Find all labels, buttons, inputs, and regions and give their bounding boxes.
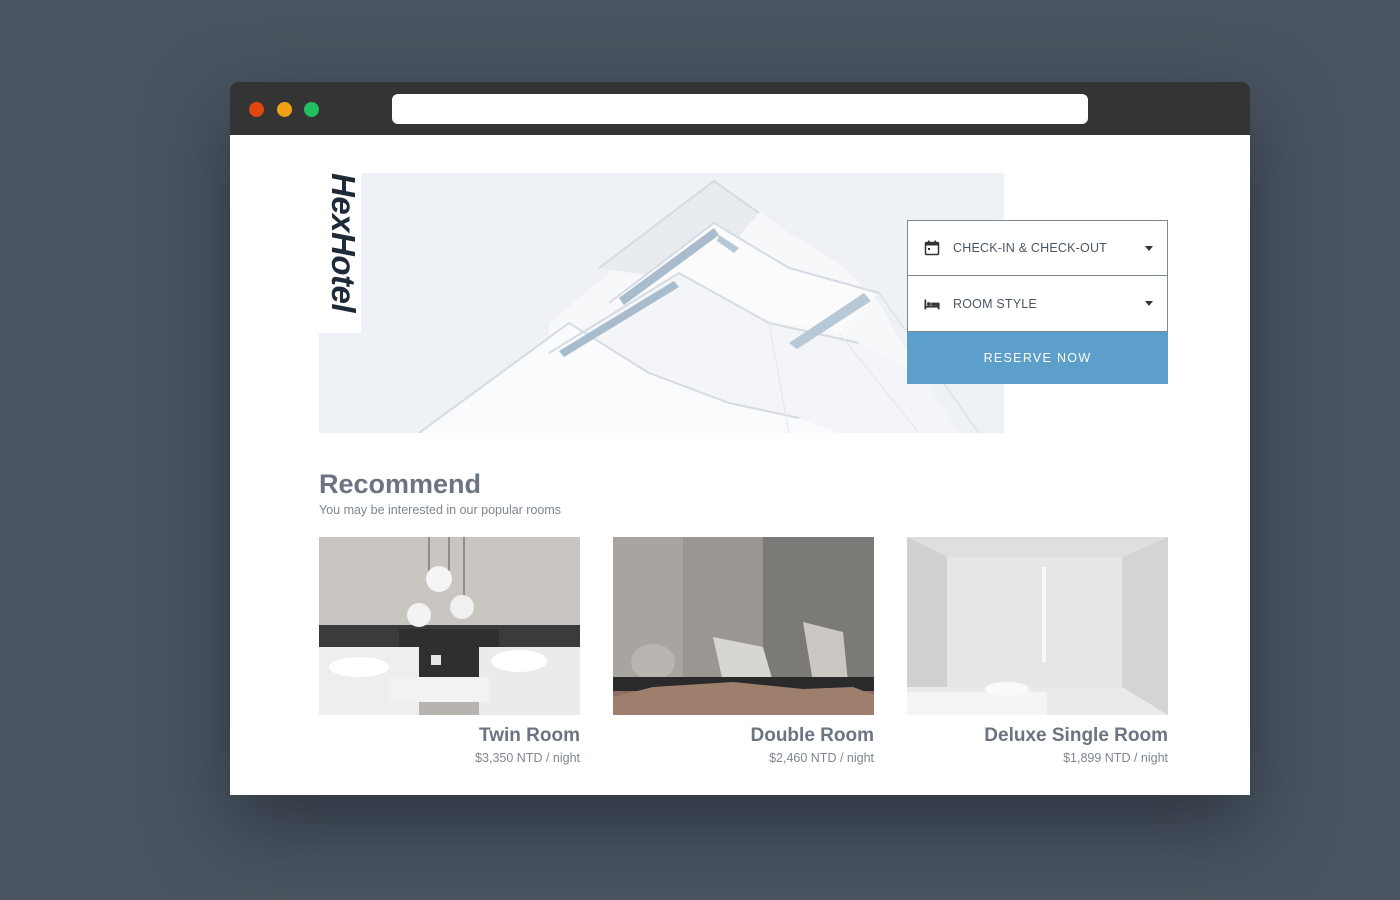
room-price: $2,460 NTD / night xyxy=(769,751,874,765)
section-title: Recommend xyxy=(319,469,482,499)
maximize-window-button[interactable] xyxy=(304,102,319,117)
double-room-photo[interactable] xyxy=(613,537,874,715)
room-style-label: ROOM STYLE xyxy=(953,296,1037,311)
chevron-down-icon xyxy=(1145,301,1153,306)
room-price: $3,350 NTD / night xyxy=(475,751,580,765)
address-bar[interactable] xyxy=(392,94,1088,124)
hero-building-image xyxy=(319,173,1004,433)
browser-titlebar xyxy=(230,82,1250,135)
room-price: $1,899 NTD / night xyxy=(1063,751,1168,765)
date-range-select[interactable]: CHECK-IN & CHECK-OUT xyxy=(907,220,1168,276)
page-content: HexHotel CHECK-IN & CHECK-OUT ROOM STYLE… xyxy=(230,135,1250,795)
logo-container: HexHotel xyxy=(319,173,363,333)
room-style-select[interactable]: ROOM STYLE xyxy=(907,276,1168,332)
room-card[interactable]: Deluxe Single Room $1,899 NTD / night xyxy=(907,537,1168,765)
browser-window: HexHotel CHECK-IN & CHECK-OUT ROOM STYLE… xyxy=(230,82,1250,795)
chevron-down-icon xyxy=(1145,246,1153,251)
room-card[interactable]: Double Room $2,460 NTD / night xyxy=(613,537,874,765)
date-range-label: CHECK-IN & CHECK-OUT xyxy=(953,241,1108,255)
close-window-button[interactable] xyxy=(249,102,264,117)
brand-logo[interactable]: HexHotel xyxy=(323,173,363,333)
section-subtitle: You may be interested in our popular roo… xyxy=(319,503,562,517)
reserve-now-button[interactable]: RESERVE NOW xyxy=(907,332,1168,384)
hero-architecture-graphic xyxy=(319,173,1004,433)
bed-icon xyxy=(924,299,940,309)
room-name[interactable]: Twin Room xyxy=(319,725,580,747)
twin-room-photo[interactable] xyxy=(319,537,580,715)
booking-panel: CHECK-IN & CHECK-OUT ROOM STYLE RESERVE … xyxy=(907,220,1168,384)
room-name[interactable]: Double Room xyxy=(613,725,875,747)
room-card[interactable]: Twin Room $3,350 NTD / night xyxy=(319,537,580,765)
minimize-window-button[interactable] xyxy=(277,102,292,117)
deluxe-single-room-photo[interactable] xyxy=(907,537,1168,715)
calendar-icon xyxy=(924,240,940,256)
room-name[interactable]: Deluxe Single Room xyxy=(907,725,1168,747)
